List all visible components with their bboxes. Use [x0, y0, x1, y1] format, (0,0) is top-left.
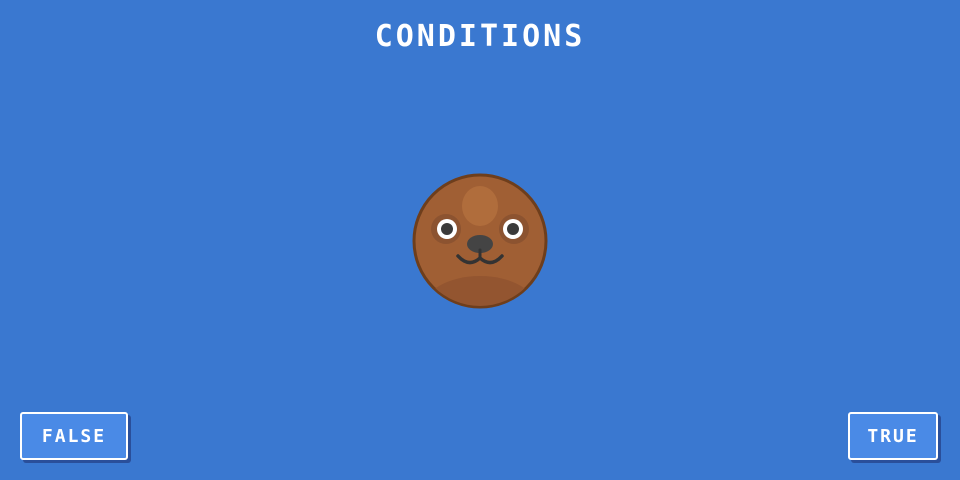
- seal-face-graphic: [412, 173, 548, 309]
- true-button[interactable]: TRUE: [848, 412, 938, 460]
- face-forehead-mark: [462, 186, 498, 226]
- false-button[interactable]: FALSE: [20, 412, 128, 460]
- game-title: CONDITIONS: [374, 19, 586, 54]
- seal-face-icon[interactable]: [411, 172, 549, 310]
- right-pupil: [507, 223, 519, 235]
- left-pupil: [441, 223, 453, 235]
